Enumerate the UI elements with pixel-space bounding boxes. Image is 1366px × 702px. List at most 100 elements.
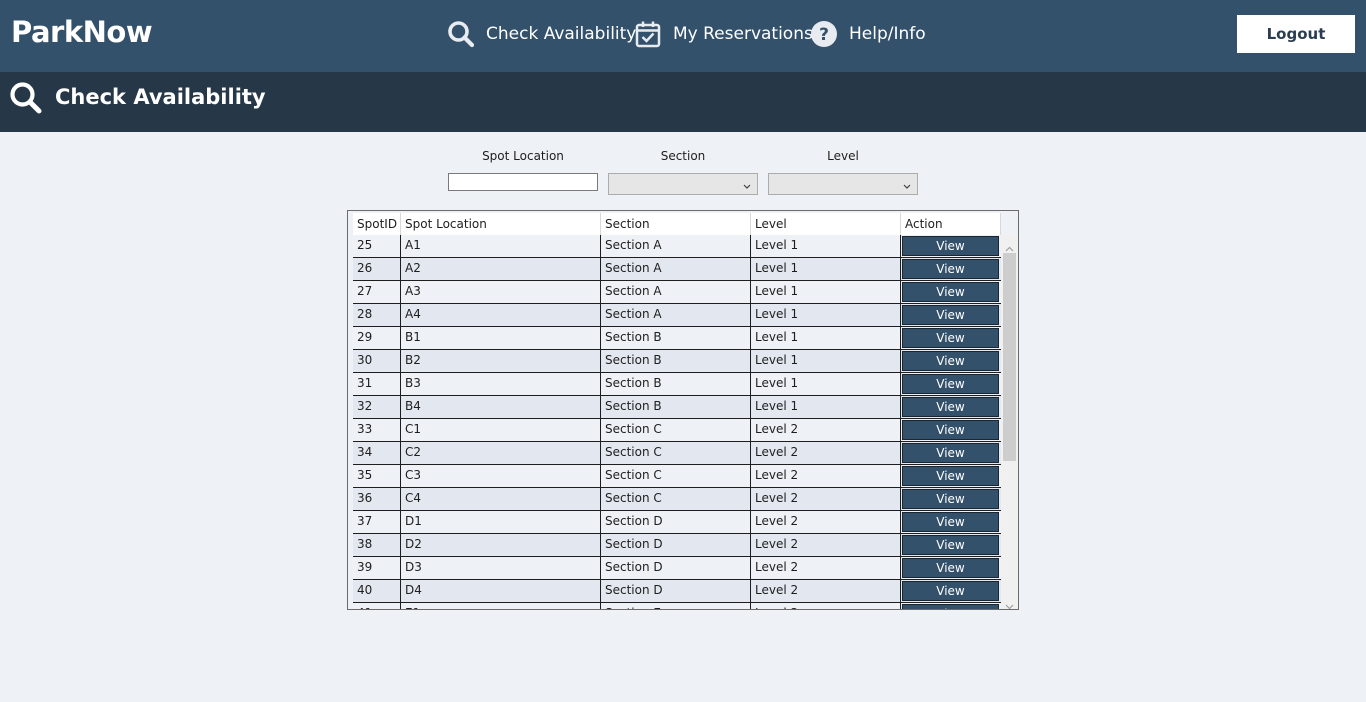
cell-spotid: 36: [353, 488, 401, 510]
cell-level: Level 1: [751, 327, 901, 349]
cell-section: Section D: [601, 580, 751, 602]
page-title: Check Availability: [55, 85, 266, 109]
cell-spot-location: C2: [401, 442, 601, 464]
calendar-check-icon: [633, 19, 663, 49]
scrollbar-thumb[interactable]: [1003, 253, 1016, 461]
cell-spot-location: A2: [401, 258, 601, 280]
table-body: 25 A1 Section A Level 1 View 26 A2 Section A Lev…: [353, 235, 1001, 609]
column-header-spot-location[interactable]: Spot Location: [401, 213, 601, 235]
table-row: 30 B2 Section B Level 1 View: [353, 350, 1001, 373]
cell-section: Section B: [601, 396, 751, 418]
view-button[interactable]: View: [902, 374, 999, 394]
cell-section: Section C: [601, 442, 751, 464]
view-button[interactable]: View: [902, 558, 999, 578]
cell-spotid: 27: [353, 281, 401, 303]
cell-spot-location: A4: [401, 304, 601, 326]
table-row: 35 C3 Section C Level 2 View: [353, 465, 1001, 488]
question-circle-icon: ?: [809, 19, 839, 49]
cell-spot-location: D4: [401, 580, 601, 602]
cell-level: Level 2: [751, 419, 901, 441]
column-header-action: Action: [901, 213, 1001, 235]
cell-section: Section A: [601, 258, 751, 280]
column-header-section[interactable]: Section: [601, 213, 751, 235]
view-button[interactable]: View: [902, 581, 999, 601]
cell-spotid: 30: [353, 350, 401, 372]
cell-spotid: 29: [353, 327, 401, 349]
brand-logo: ParkNow: [11, 15, 153, 49]
table-row: 41E1Section ELevel 3View: [353, 603, 1001, 609]
top-nav-bar: ParkNow Check Availability My Reservatio…: [0, 0, 1366, 72]
cell-spotid: 34: [353, 442, 401, 464]
chevron-down-icon: [903, 178, 911, 190]
cell-level: Level 2: [751, 511, 901, 533]
logout-button[interactable]: Logout: [1237, 15, 1355, 53]
view-button[interactable]: View: [902, 397, 999, 417]
table-row: 29 B1 Section B Level 1 View: [353, 327, 1001, 350]
cell-section: Section C: [601, 488, 751, 510]
column-header-spotid[interactable]: SpotID: [353, 213, 401, 235]
view-button[interactable]: View: [902, 259, 999, 279]
cell-section: Section C: [601, 465, 751, 487]
spot-location-input[interactable]: [448, 173, 598, 191]
page-header: Check Availability: [0, 72, 1366, 132]
spots-table: SpotID Spot Location Section Level Actio…: [347, 210, 1019, 610]
cell-level: Level 2: [751, 580, 901, 602]
view-button[interactable]: View: [902, 328, 999, 348]
view-button[interactable]: View: [902, 351, 999, 371]
cell-level: Level 1: [751, 258, 901, 280]
view-button[interactable]: View: [902, 305, 999, 325]
nav-check-availability[interactable]: Check Availability: [446, 18, 636, 50]
svg-text:?: ?: [819, 25, 829, 45]
cell-spot-location: A1: [401, 235, 601, 257]
cell-level: Level 3: [751, 603, 901, 609]
scroll-up-icon[interactable]: [1005, 239, 1014, 252]
cell-spotid: 41: [353, 603, 401, 609]
cell-spot-location: C3: [401, 465, 601, 487]
view-button[interactable]: View: [902, 420, 999, 440]
view-button[interactable]: View: [902, 443, 999, 463]
table-row: 38 D2 Section D Level 2 View: [353, 534, 1001, 557]
search-icon: [9, 81, 43, 115]
view-button[interactable]: View: [902, 236, 999, 256]
cell-spot-location: C4: [401, 488, 601, 510]
cell-section: Section A: [601, 304, 751, 326]
table-row: 27 A3 Section A Level 1 View: [353, 281, 1001, 304]
cell-spotid: 33: [353, 419, 401, 441]
table-row: 36 C4 Section C Level 2 View: [353, 488, 1001, 511]
cell-spotid: 37: [353, 511, 401, 533]
chevron-down-icon: [743, 178, 751, 190]
cell-spot-location: B1: [401, 327, 601, 349]
view-button[interactable]: View: [902, 282, 999, 302]
view-button[interactable]: View: [902, 535, 999, 555]
cell-section: Section A: [601, 235, 751, 257]
cell-level: Level 1: [751, 396, 901, 418]
cell-level: Level 2: [751, 557, 901, 579]
cell-section: Section C: [601, 419, 751, 441]
cell-spotid: 40: [353, 580, 401, 602]
cell-spot-location: A3: [401, 281, 601, 303]
cell-section: Section B: [601, 350, 751, 372]
cell-spotid: 28: [353, 304, 401, 326]
section-dropdown[interactable]: [608, 173, 758, 195]
cell-spot-location: B3: [401, 373, 601, 395]
view-button[interactable]: View: [902, 466, 999, 486]
nav-check-availability-label: Check Availability: [486, 24, 637, 44]
table-row: 39 D3 Section D Level 2 View: [353, 557, 1001, 580]
cell-level: Level 1: [751, 304, 901, 326]
table-scrollbar[interactable]: [1001, 235, 1018, 609]
cell-section: Section D: [601, 534, 751, 556]
cell-spotid: 39: [353, 557, 401, 579]
view-button[interactable]: View: [902, 489, 999, 509]
column-header-level[interactable]: Level: [751, 213, 901, 235]
nav-help-info[interactable]: ? Help/Info: [809, 18, 926, 50]
cell-spotid: 32: [353, 396, 401, 418]
cell-spot-location: D1: [401, 511, 601, 533]
cell-spot-location: B4: [401, 396, 601, 418]
scroll-down-icon[interactable]: [1005, 596, 1014, 609]
view-button[interactable]: View: [902, 604, 999, 609]
view-button[interactable]: View: [902, 512, 999, 532]
level-dropdown[interactable]: [768, 173, 918, 195]
table-row: 40 D4 Section D Level 2 View: [353, 580, 1001, 603]
cell-section: Section D: [601, 511, 751, 533]
nav-my-reservations[interactable]: My Reservations: [633, 18, 813, 50]
